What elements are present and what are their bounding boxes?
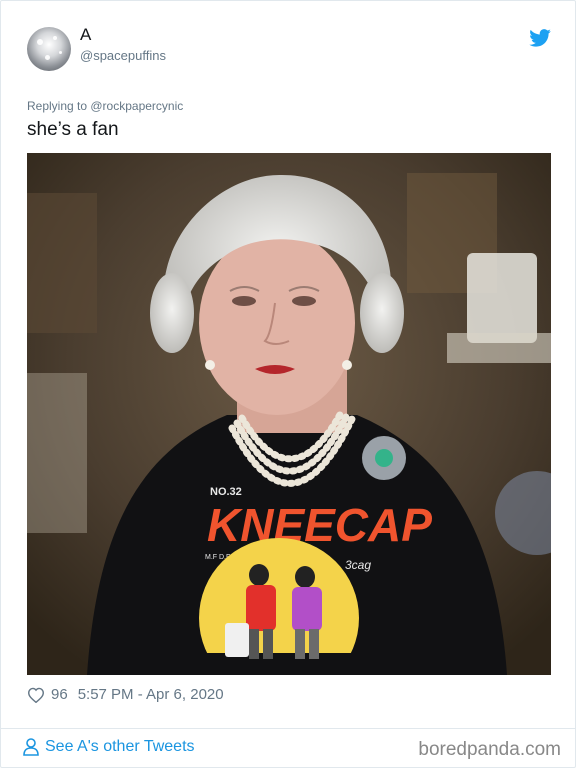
twitter-bird-icon[interactable] [529,29,551,47]
replying-to[interactable]: Replying to @rockpapercynic [27,99,183,113]
like-count[interactable]: 96 [51,686,68,703]
tweet-meta: 96 5:57 PM - Apr 6, 2020 [27,686,224,703]
queen-kneecap-photo: NO.32 KNEECAP M.F D.F 3cag [27,153,551,675]
shirt-right-text: 3cag [345,558,371,572]
avatar[interactable] [27,27,71,71]
shirt-title: KNEECAP [207,499,432,551]
timestamp[interactable]: 5:57 PM - Apr 6, 2020 [78,686,224,703]
tweet-card: A @spacepuffins Replying to @rockpapercy… [0,0,576,768]
display-name[interactable]: A [80,25,91,45]
watermark: boredpanda.com [418,739,561,760]
divider [1,728,575,729]
person-icon [23,738,39,756]
see-other-tweets-label: See A's other Tweets [45,738,195,755]
tweet-text: she’s a fan [27,119,119,140]
shirt-number: NO.32 [210,486,242,498]
tweet-image[interactable]: NO.32 KNEECAP M.F D.F 3cag [27,153,551,675]
see-other-tweets-link[interactable]: See A's other Tweets [23,738,195,756]
heart-icon[interactable] [27,687,45,703]
user-handle[interactable]: @spacepuffins [80,48,166,63]
